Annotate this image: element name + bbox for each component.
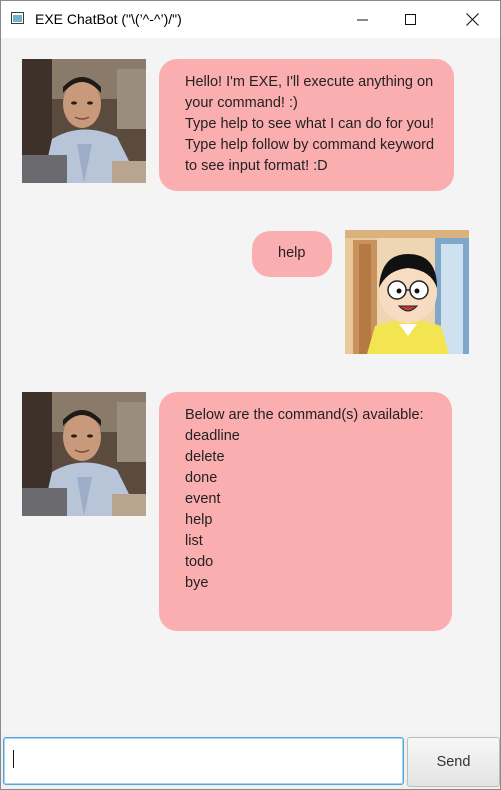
message-line: help (185, 512, 213, 528)
close-button[interactable] (449, 1, 495, 38)
message-line: Type help to see what I can do for you! (185, 116, 435, 132)
bot-avatar (22, 59, 146, 183)
user-message-bubble: help (252, 231, 332, 277)
message-line: help (278, 245, 306, 261)
bot-avatar-image (22, 392, 146, 516)
minimize-icon (357, 19, 368, 20)
bot-message-bubble: Below are the command(s) available: dead… (159, 392, 452, 631)
message-input[interactable] (3, 737, 404, 785)
bot-avatar-image (22, 59, 146, 183)
user-avatar-image (345, 230, 469, 354)
text-caret (13, 750, 14, 768)
message-line: Type help follow by command keyword (185, 137, 435, 153)
window-title: EXE ChatBot ("\(’^-^’)/") (35, 11, 182, 27)
title-bar[interactable]: EXE ChatBot ("\(’^-^’)/") (1, 1, 500, 38)
message-line: bye (185, 575, 209, 591)
maximize-icon (405, 13, 416, 25)
chatbot-window: EXE ChatBot ("\(’^-^’)/") Hello! I'm EXE… (0, 0, 501, 790)
close-icon (465, 13, 479, 26)
message-line: list (185, 533, 203, 549)
chat-dialog-container[interactable]: Hello! I'm EXE, I'll execute anything on… (1, 39, 500, 734)
message-line: Below are the command(s) available: (185, 407, 424, 423)
maximize-button[interactable] (388, 1, 434, 38)
bot-message-bubble: Hello! I'm EXE, I'll execute anything on… (159, 59, 454, 191)
message-line: event (185, 491, 221, 507)
user-avatar (345, 230, 469, 354)
minimize-button[interactable] (340, 1, 386, 38)
message-line: Hello! I'm EXE, I'll execute anything on (185, 74, 434, 90)
message-line: to see input format! :D (185, 158, 328, 174)
message-line: your command! :) (185, 95, 298, 111)
message-line: done (185, 470, 218, 486)
send-button[interactable]: Send (407, 737, 500, 787)
message-line: deadline (185, 428, 240, 444)
message-line: delete (185, 449, 225, 465)
message-line: todo (185, 554, 214, 570)
input-bar: Send (1, 735, 500, 789)
bot-avatar (22, 392, 146, 516)
app-window-icon (11, 12, 24, 24)
